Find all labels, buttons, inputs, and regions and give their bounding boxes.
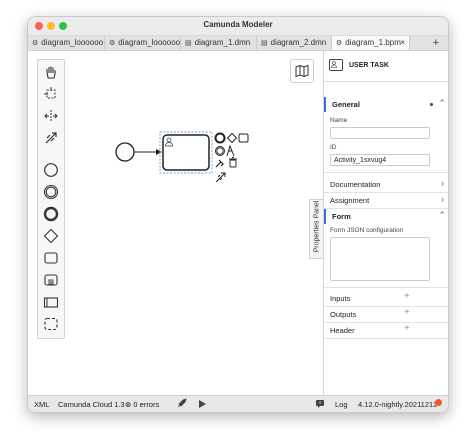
close-tab-icon[interactable]: ×	[400, 36, 405, 50]
group-documentation-title: Documentation	[330, 180, 381, 189]
chevron-up-icon: ⌃	[438, 98, 446, 108]
append-intermediate-event-icon[interactable]	[215, 146, 225, 156]
element-type-title: USER TASK	[349, 62, 389, 69]
tab-bar: ⚙ diagram_loooooo ⚙ diagram_loooooo ▤ diagr…	[28, 36, 448, 51]
engine-selector[interactable]: Camunda Cloud 1.3	[58, 400, 125, 409]
tab-label: diagram_1.dmn	[194, 38, 251, 47]
tab-diagram-loooooo-1[interactable]: ⚙ diagram_loooooo	[28, 36, 105, 50]
map-icon	[295, 64, 309, 78]
user-task-icon	[329, 59, 343, 71]
version-info[interactable]: 4.12.0-nightly.20211212	[358, 400, 437, 409]
task-icon[interactable]	[41, 248, 61, 268]
group-inputs-header[interactable]: Inputs +	[324, 291, 448, 307]
group-assignment-title: Assignment	[330, 196, 370, 205]
end-event-icon[interactable]	[41, 204, 61, 224]
tab-diagram-1-bpmn[interactable]: ⚙ diagram_1.bpm ×	[332, 36, 410, 50]
gateway-icon[interactable]	[41, 226, 61, 246]
properties-header: USER TASK	[324, 51, 448, 82]
divider	[324, 287, 448, 288]
tab-diagram-2-dmn[interactable]: ▤ diagram_2.dmn	[257, 36, 332, 50]
pool-icon[interactable]	[41, 292, 61, 312]
delete-trash-icon[interactable]	[229, 157, 237, 168]
tab-label: diagram_1.bpm	[345, 38, 401, 47]
subprocess-icon[interactable]	[41, 270, 61, 290]
lasso-tool-icon[interactable]	[41, 84, 61, 104]
group-outputs-title: Outputs	[330, 310, 357, 319]
feedback-icon[interactable]	[315, 399, 325, 411]
add-header-icon[interactable]: +	[404, 323, 410, 334]
chevron-right-icon: ›	[441, 194, 444, 204]
gear-icon: ⚙	[336, 40, 343, 47]
group-assignment-header[interactable]: Assignment ›	[324, 193, 448, 209]
properties-panel-toggle[interactable]: Properties Panel	[309, 199, 323, 259]
group-header-header[interactable]: Header +	[324, 323, 448, 339]
group-general-title: General	[332, 100, 360, 109]
bpmn-diagram	[115, 131, 249, 183]
new-tab-button[interactable]: +	[433, 36, 439, 50]
group-header-title: Header	[330, 326, 355, 335]
tab-label: diagram_loooooo	[41, 38, 104, 47]
tool-palette	[37, 59, 65, 339]
hand-tool-icon[interactable]	[41, 62, 61, 82]
xml-button[interactable]: XML	[34, 400, 49, 409]
name-label: Name	[330, 117, 348, 124]
start-instance-play-icon[interactable]	[198, 399, 207, 411]
gear-icon: ⚙	[32, 40, 39, 47]
properties-panel-label: Properties Panel	[313, 200, 321, 253]
intermediate-event-icon[interactable]	[41, 182, 61, 202]
title-bar: Camunda Modeler	[28, 17, 448, 36]
form-json-label: Form JSON configuration	[330, 227, 404, 234]
group-inputs-title: Inputs	[330, 294, 351, 303]
group-has-data-indicator	[430, 103, 433, 106]
properties-panel: USER TASK General ⌃ Name ID Activity_1sx…	[323, 51, 448, 395]
group-form-header[interactable]: Form ⌃	[324, 209, 448, 224]
errors-indicator[interactable]: ⊗ 0 errors	[125, 400, 159, 409]
group-outputs-header[interactable]: Outputs +	[324, 307, 448, 323]
chevron-up-icon: ⌃	[438, 210, 446, 220]
append-gateway-icon[interactable]	[226, 132, 238, 144]
user-task[interactable]	[162, 134, 210, 171]
add-output-icon[interactable]: +	[404, 307, 410, 318]
connect-tool-icon[interactable]	[41, 128, 61, 148]
form-json-field[interactable]	[330, 237, 430, 281]
text-annotation-icon[interactable]	[226, 144, 235, 157]
app-window: Camunda Modeler ⚙ diagram_loooooo ⚙ diagra…	[27, 16, 449, 413]
tab-label: diagram_loooooo	[118, 38, 181, 47]
tab-diagram-1-dmn[interactable]: ▤ diagram_1.dmn	[181, 36, 257, 50]
errors-count: 0 errors	[133, 400, 160, 409]
start-event[interactable]	[115, 142, 135, 162]
append-end-event-icon[interactable]	[214, 132, 226, 144]
start-event-icon[interactable]	[41, 160, 61, 180]
sequence-flow-arrow-icon	[156, 149, 162, 155]
chevron-right-icon: ›	[441, 178, 444, 188]
group-documentation-header[interactable]: Documentation ›	[324, 177, 448, 193]
id-label: ID	[330, 144, 337, 151]
log-button[interactable]: Log	[335, 400, 348, 409]
error-status-icon: ⊗	[125, 400, 132, 409]
tab-diagram-loooooo-2[interactable]: ⚙ diagram_loooooo	[105, 36, 181, 50]
table-icon: ▤	[185, 40, 192, 47]
window-title: Camunda Modeler	[203, 20, 273, 29]
group-general-header[interactable]: General ⌃	[324, 97, 448, 112]
gear-icon: ⚙	[109, 40, 116, 47]
tab-label: diagram_2.dmn	[270, 38, 327, 47]
space-tool-icon[interactable]	[41, 106, 61, 126]
change-type-wrench-icon[interactable]	[215, 159, 224, 168]
id-field[interactable]: Activity_1sxvug4	[330, 154, 430, 166]
deploy-rocket-icon[interactable]	[176, 398, 187, 411]
add-input-icon[interactable]: +	[404, 291, 410, 302]
name-field[interactable]	[330, 127, 430, 139]
minimap-toggle-button[interactable]	[290, 59, 314, 83]
group-form-title: Form	[332, 212, 351, 221]
connect-icon[interactable]	[215, 172, 226, 183]
diagram-canvas[interactable]: Properties Panel	[28, 51, 323, 395]
table-icon: ▤	[261, 40, 268, 47]
divider	[324, 172, 448, 173]
update-available-badge	[435, 399, 442, 406]
group-icon[interactable]	[41, 314, 61, 334]
status-bar: XML Camunda Cloud 1.3 ⊗ 0 errors Log 4.1…	[28, 395, 448, 412]
append-task-icon[interactable]	[238, 133, 249, 143]
